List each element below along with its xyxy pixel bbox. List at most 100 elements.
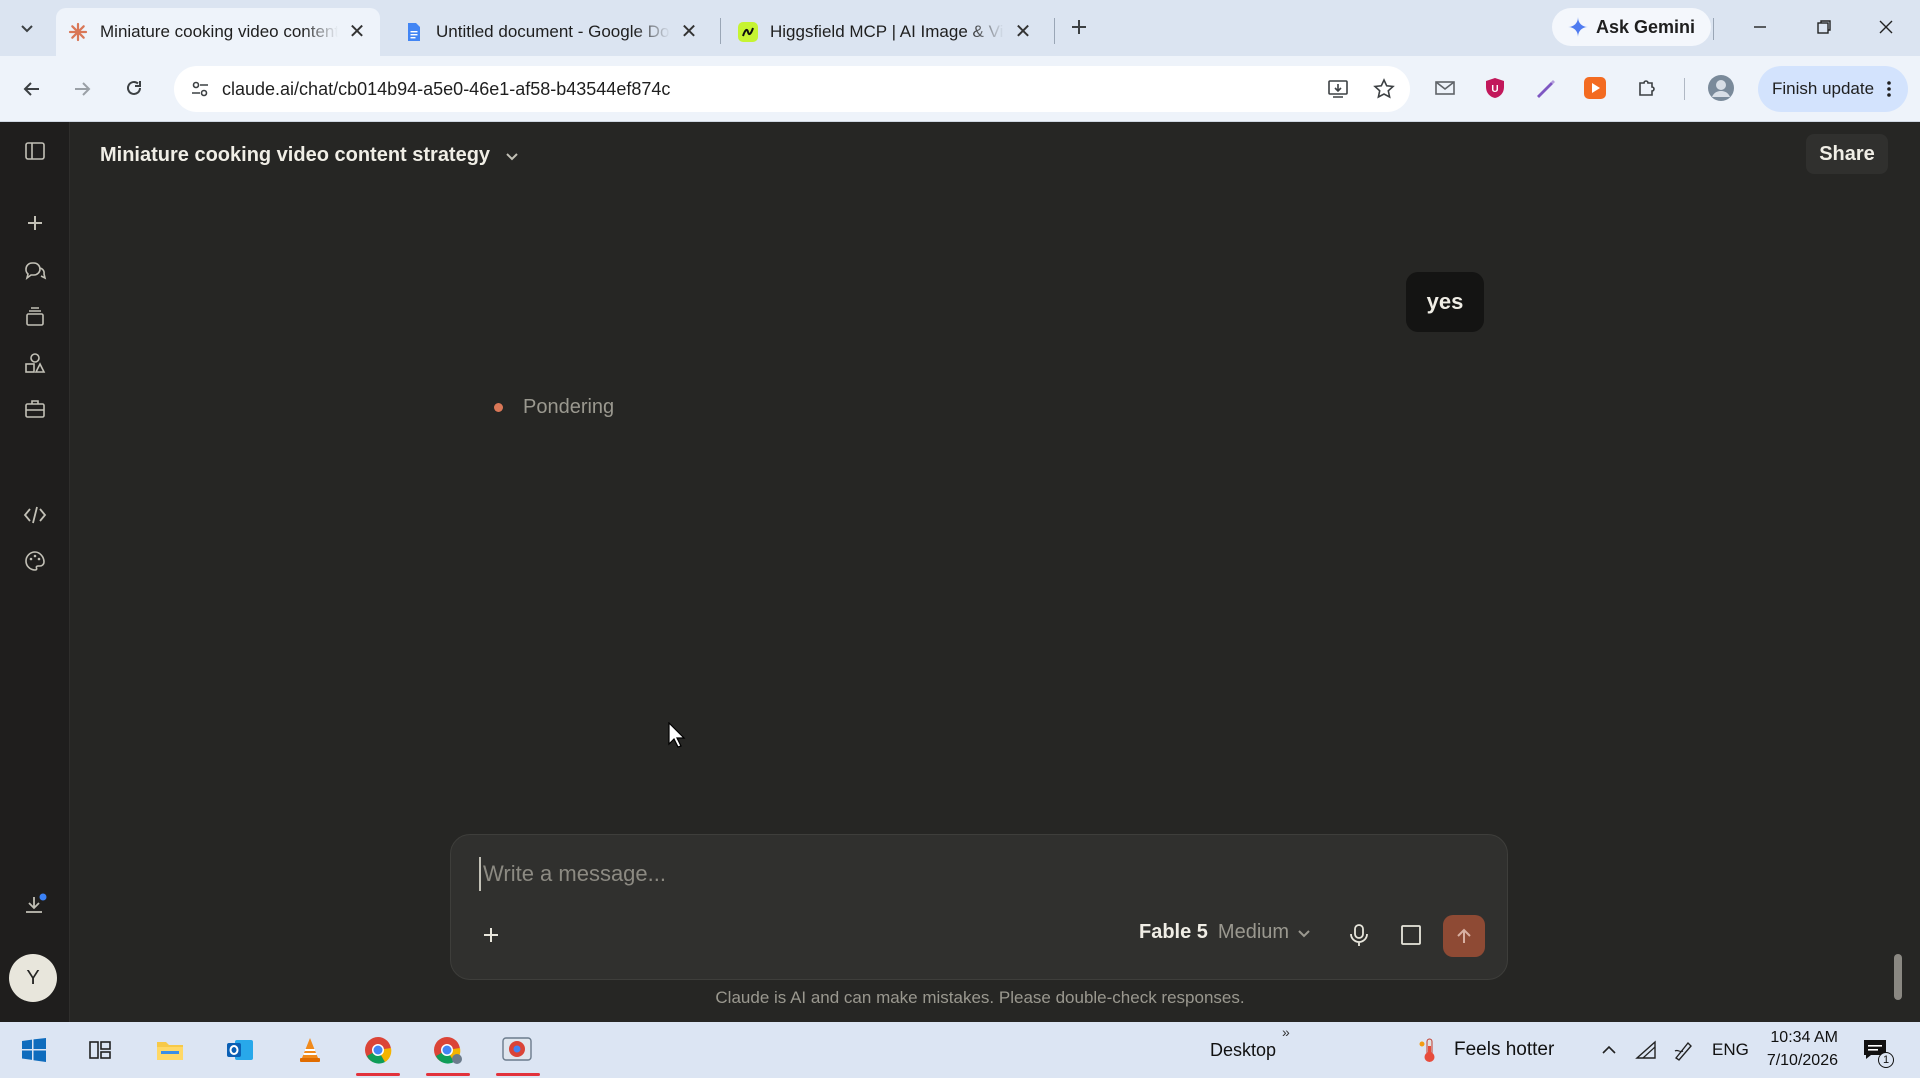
add-attachment-button[interactable] <box>473 917 509 953</box>
finish-update-button[interactable]: Finish update <box>1758 66 1909 112</box>
restore-icon <box>1817 20 1831 34</box>
site-info-button[interactable] <box>184 73 216 105</box>
thinking-status: Pondering <box>494 396 614 419</box>
model-selector[interactable]: Fable 5 Medium <box>1139 921 1311 944</box>
tab-google-docs[interactable]: Untitled document - Google Docs ✕ <box>392 8 712 56</box>
windows-taskbar: Desktop » Feels hotter ENG 10:34 AM 7/10… <box>0 1022 1920 1078</box>
model-name: Fable 5 <box>1139 921 1208 943</box>
thinking-dot-icon <box>494 403 503 412</box>
tab-higgsfield[interactable]: Higgsfield MCP | AI Image & Video ✕ <box>726 8 1046 56</box>
start-button[interactable] <box>12 1030 56 1070</box>
chevron-up-icon <box>1602 1045 1616 1054</box>
arrow-left-icon <box>23 82 39 96</box>
extension-pen-button[interactable] <box>1528 71 1562 105</box>
status-text: Pondering <box>523 396 615 418</box>
outlook-button[interactable] <box>218 1030 262 1070</box>
bookmark-button[interactable] <box>1368 73 1400 105</box>
task-view-button[interactable] <box>78 1030 122 1070</box>
canvas-toggle-button[interactable] <box>1393 917 1429 953</box>
chrome-profile-icon <box>434 1037 462 1064</box>
voice-input-button[interactable] <box>1341 917 1377 953</box>
library-button[interactable] <box>20 394 50 424</box>
install-icon <box>1328 80 1348 98</box>
claude-app: Y Miniature cooking video content strate… <box>0 122 1920 1022</box>
language-indicator[interactable]: ENG <box>1712 1022 1749 1078</box>
sidebar-rail: Y <box>0 122 70 1022</box>
pen-icon <box>1537 80 1555 98</box>
message-input[interactable] <box>479 857 1379 891</box>
close-tab-icon[interactable]: ✕ <box>1012 21 1034 43</box>
conversation-title: Miniature cooking video content strategy <box>100 144 491 166</box>
vlc-button[interactable] <box>288 1030 332 1070</box>
chrome-app-button[interactable] <box>496 1030 540 1076</box>
play-extension-icon <box>1584 77 1606 99</box>
weather-widget[interactable]: Feels hotter <box>1418 1022 1554 1078</box>
notifications-button[interactable]: 1 <box>1858 1034 1894 1068</box>
plus-icon <box>1072 20 1086 34</box>
close-tab-icon[interactable]: ✕ <box>678 21 700 43</box>
wifi-icon <box>1635 1040 1656 1059</box>
browser-toolbar: claude.ai/chat/cb014b94-a5e0-46e1-af58-b… <box>0 56 1920 122</box>
artifacts-button[interactable] <box>20 348 50 378</box>
projects-button[interactable] <box>20 302 50 332</box>
close-window-button[interactable] <box>1864 8 1908 46</box>
show-hidden-icons-button[interactable] <box>1596 1036 1622 1064</box>
extension-orange-button[interactable] <box>1578 71 1612 105</box>
share-button[interactable]: Share <box>1806 134 1888 174</box>
desktop-toolbar-label[interactable]: Desktop <box>1210 1022 1276 1078</box>
arrow-up-icon <box>1457 928 1471 943</box>
close-tab-icon[interactable]: ✕ <box>346 21 368 43</box>
code-button[interactable] <box>20 500 50 530</box>
toggle-sidebar-button[interactable] <box>20 136 50 166</box>
conversation-title-button[interactable]: Miniature cooking video content strategy <box>100 144 520 167</box>
download-app-button[interactable] <box>20 890 50 920</box>
chrome-button[interactable] <box>356 1030 400 1076</box>
new-chat-button[interactable] <box>20 208 50 238</box>
thermometer-icon <box>1419 1038 1435 1062</box>
avatar-initial: Y <box>26 966 40 989</box>
send-button[interactable] <box>1443 915 1485 957</box>
design-button[interactable] <box>20 546 50 576</box>
extensions-menu-button[interactable] <box>1630 71 1664 105</box>
tab-search-button[interactable] <box>10 12 44 44</box>
clock[interactable]: 10:34 AM 7/10/2026 <box>1764 1026 1838 1072</box>
effort-level: Medium <box>1217 921 1290 943</box>
file-explorer-button[interactable] <box>148 1030 192 1070</box>
minimize-window-button[interactable] <box>1738 8 1782 46</box>
network-button[interactable] <box>1632 1036 1660 1064</box>
install-app-button[interactable] <box>1322 73 1354 105</box>
reload-button[interactable] <box>116 71 152 107</box>
browser-tab-strip: Miniature cooking video content strategy… <box>0 0 1920 56</box>
outlook-icon <box>227 1040 253 1060</box>
user-message-text: yes <box>1426 289 1464 314</box>
tab-claude[interactable]: Miniature cooking video content strategy… <box>56 8 380 56</box>
extension-ublock-button[interactable]: U <box>1478 71 1512 105</box>
new-tab-button[interactable] <box>1062 10 1096 44</box>
vlc-cone-icon <box>300 1038 320 1062</box>
url-text[interactable]: claude.ai/chat/cb014b94-a5e0-46e1-af58-b… <box>222 66 670 112</box>
tab-title: Untitled document - Google Docs <box>436 22 670 41</box>
toolbar-expand-icon[interactable]: » <box>1282 1024 1290 1040</box>
profile-button[interactable] <box>1704 71 1738 105</box>
back-button[interactable] <box>14 71 50 107</box>
chevron-down-icon <box>21 25 33 33</box>
puzzle-icon <box>1639 80 1655 96</box>
tab-title: Higgsfield MCP | AI Image & Video <box>770 22 1004 41</box>
shield-icon: U <box>1486 78 1504 98</box>
higgsfield-favicon-icon <box>738 22 758 42</box>
chrome-profile-button[interactable] <box>426 1030 470 1076</box>
palette-icon <box>25 551 45 571</box>
mail-icon <box>1435 81 1455 95</box>
mouse-cursor-icon <box>668 722 686 748</box>
extension-mail-button[interactable] <box>1428 71 1462 105</box>
address-bar[interactable]: claude.ai/chat/cb014b94-a5e0-46e1-af58-b… <box>174 66 1410 112</box>
ask-gemini-button[interactable]: Ask Gemini <box>1552 8 1712 46</box>
folder-icon <box>157 1042 183 1060</box>
ask-gemini-label: Ask Gemini <box>1596 16 1696 37</box>
pen-menu-button[interactable] <box>1670 1036 1698 1064</box>
restore-window-button[interactable] <box>1802 8 1846 46</box>
chats-button[interactable] <box>20 256 50 286</box>
scrollbar-thumb[interactable] <box>1894 954 1902 1000</box>
star-icon <box>1373 78 1395 99</box>
forward-button[interactable] <box>64 71 100 107</box>
